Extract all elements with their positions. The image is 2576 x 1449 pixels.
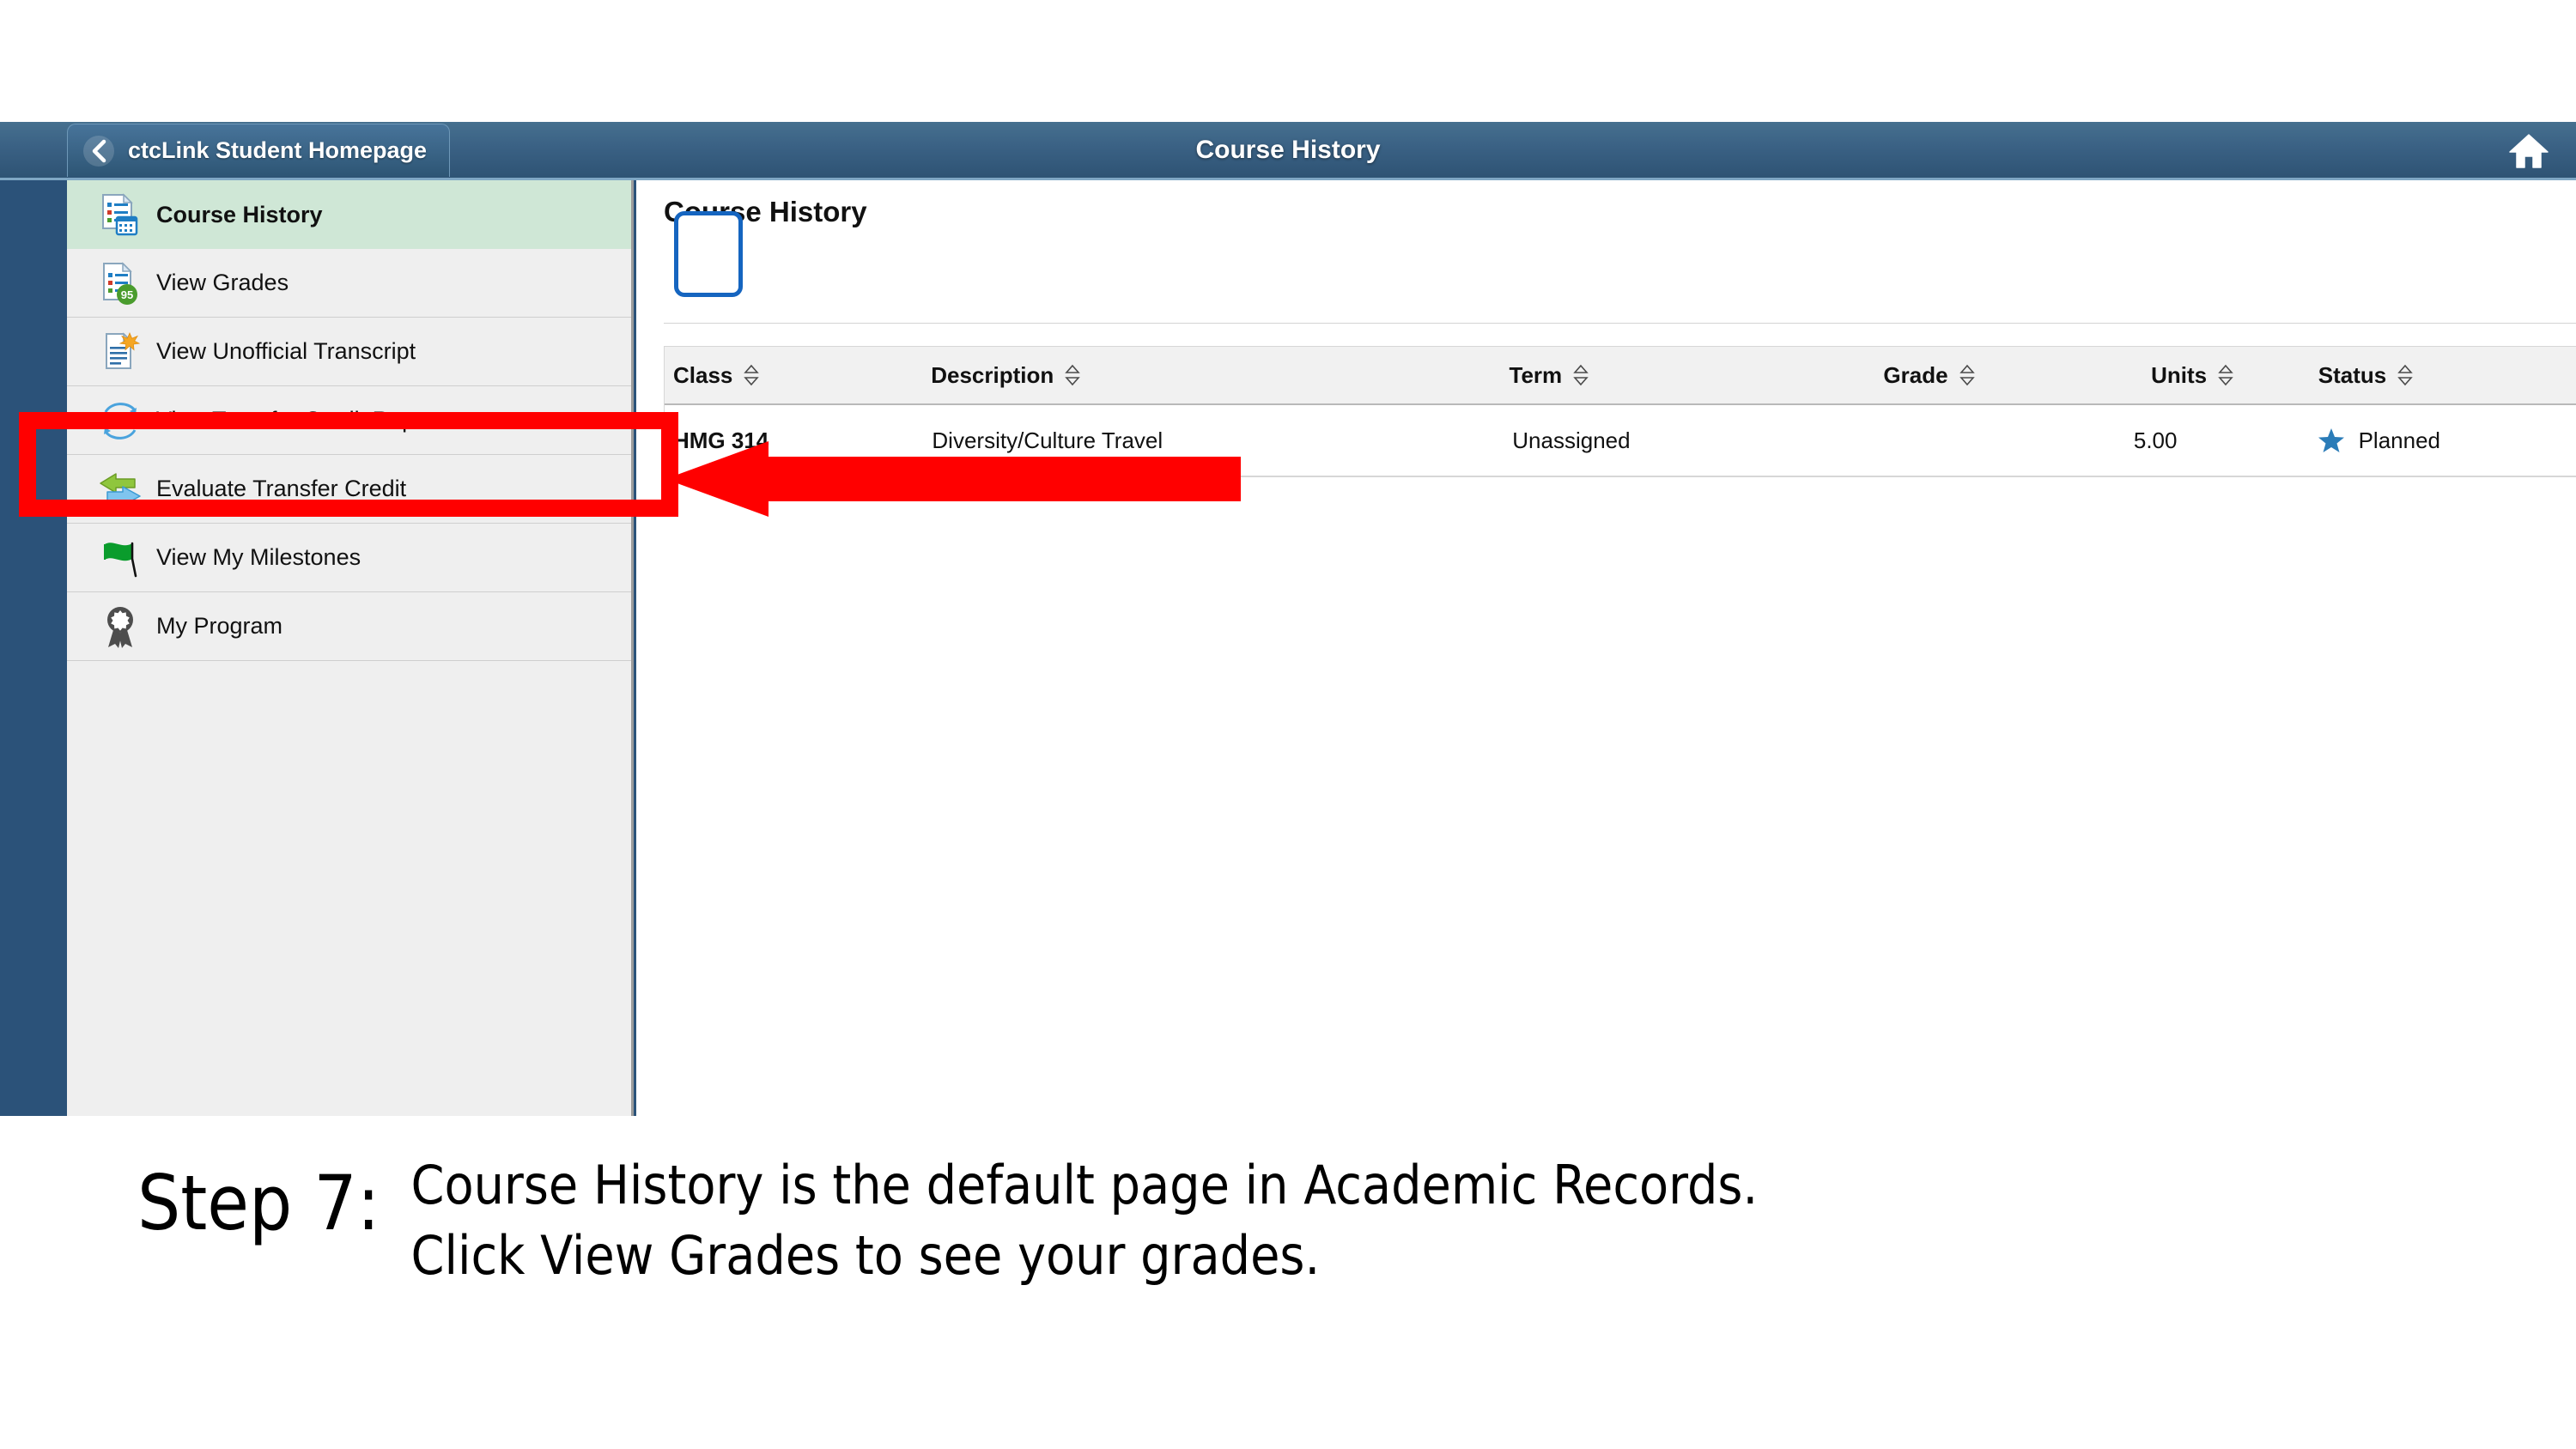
- chevron-left-icon: [83, 135, 114, 167]
- sidebar-item-evaluate-transfer-credit[interactable]: Evaluate Transfer Credit: [67, 455, 631, 524]
- sort-updown-icon: [2218, 364, 2233, 386]
- back-button-label: ctcLink Student Homepage: [128, 137, 428, 163]
- sidebar-item-label: My Program: [156, 613, 283, 639]
- document-list-calendar-icon: [96, 191, 144, 239]
- sidebar-item-view-my-milestones[interactable]: View My Milestones: [67, 524, 631, 592]
- sort-updown-icon: [1573, 364, 1589, 386]
- award-ribbon-icon: [96, 603, 144, 651]
- column-header-status[interactable]: Status: [2318, 362, 2576, 389]
- column-header-label: Units: [2151, 361, 2208, 388]
- column-header-grade[interactable]: Grade: [1821, 362, 2077, 389]
- cell-units: 5.00: [2133, 427, 2178, 453]
- table-action-button[interactable]: [674, 211, 743, 297]
- table-header-row: Class Description Term Grade Units Statu…: [665, 347, 2576, 405]
- sidebar-item-view-transfer-credit-report[interactable]: View Transfer Credit Report: [67, 386, 631, 455]
- document-list-icon: 95: [96, 259, 144, 307]
- sort-updown-icon: [1959, 364, 1975, 386]
- transfer-credit-icon: [96, 397, 144, 445]
- caption-step-label: Step 7:: [137, 1159, 380, 1247]
- sidebar-item-my-program[interactable]: My Program: [67, 592, 631, 661]
- nav-bar: Course History ctcLink Student Homepage: [0, 122, 2576, 180]
- content-pane: Course History Class Description Term Gr…: [636, 180, 2576, 1116]
- table-row[interactable]: HMG 314 Diversity/Culture Travel Unassig…: [665, 405, 2576, 476]
- sidebar-item-label: View Transfer Credit Report: [156, 407, 442, 433]
- column-header-label: Description: [931, 361, 1054, 388]
- back-to-homepage-button[interactable]: ctcLink Student Homepage: [67, 124, 451, 177]
- sidebar-item-label: View Unofficial Transcript: [156, 338, 416, 364]
- sidebar-item-course-history[interactable]: Course History: [67, 180, 631, 249]
- green-flag-icon: [96, 534, 144, 582]
- sidebar-item-label: Course History: [156, 201, 323, 227]
- cell-term: Unassigned: [1512, 427, 1631, 453]
- column-header-description[interactable]: Description: [931, 362, 1509, 389]
- app-window: Course History ctcLink Student Homepage: [0, 122, 2576, 1116]
- course-history-table: Class Description Term Grade Units Statu…: [664, 346, 2576, 477]
- cell-class: HMG 314: [673, 427, 769, 453]
- column-header-label: Term: [1509, 361, 1563, 388]
- column-header-label: Class: [673, 361, 733, 388]
- column-header-term[interactable]: Term: [1510, 362, 1822, 389]
- sidebar-item-view-unofficial-transcript[interactable]: View Unofficial Transcript: [67, 318, 631, 386]
- status-label: Planned: [2358, 427, 2441, 453]
- caption-line-1: Course History is the default page in Ac…: [410, 1154, 1759, 1216]
- document-star-icon: [96, 328, 144, 376]
- cell-description: Diversity/Culture Travel: [932, 427, 1163, 453]
- sort-updown-icon: [2397, 364, 2413, 386]
- table-toolbar: [664, 259, 2576, 324]
- caption-line-2: Click View Grades to see your grades.: [410, 1223, 1321, 1287]
- home-icon[interactable]: [2506, 131, 2552, 171]
- sort-updown-icon: [1065, 364, 1081, 386]
- column-header-label: Grade: [1883, 361, 1948, 388]
- sidebar: Course History 95 View Grades View Unoff…: [67, 180, 634, 1116]
- two-arrows-icon: [96, 465, 144, 513]
- sidebar-item-label: Evaluate Transfer Credit: [156, 476, 407, 501]
- cell-status: Planned: [2318, 427, 2576, 454]
- sidebar-empty-area: [67, 661, 631, 919]
- caption: Step 7: Course History is the default pa…: [0, 1150, 2576, 1291]
- sidebar-item-label: View My Milestones: [156, 544, 361, 570]
- grades-badge-count: 95: [121, 288, 133, 301]
- sort-updown-icon: [744, 364, 760, 386]
- blue-star-icon: [2318, 428, 2344, 452]
- caption-body: Course History is the default page in Ac…: [410, 1150, 1758, 1291]
- sidebar-item-label: View Grades: [156, 270, 289, 295]
- column-header-units[interactable]: Units: [2077, 362, 2318, 389]
- sidebar-item-view-grades[interactable]: 95 View Grades: [67, 249, 631, 318]
- column-header-label: Status: [2318, 361, 2387, 388]
- column-header-class[interactable]: Class: [665, 362, 931, 389]
